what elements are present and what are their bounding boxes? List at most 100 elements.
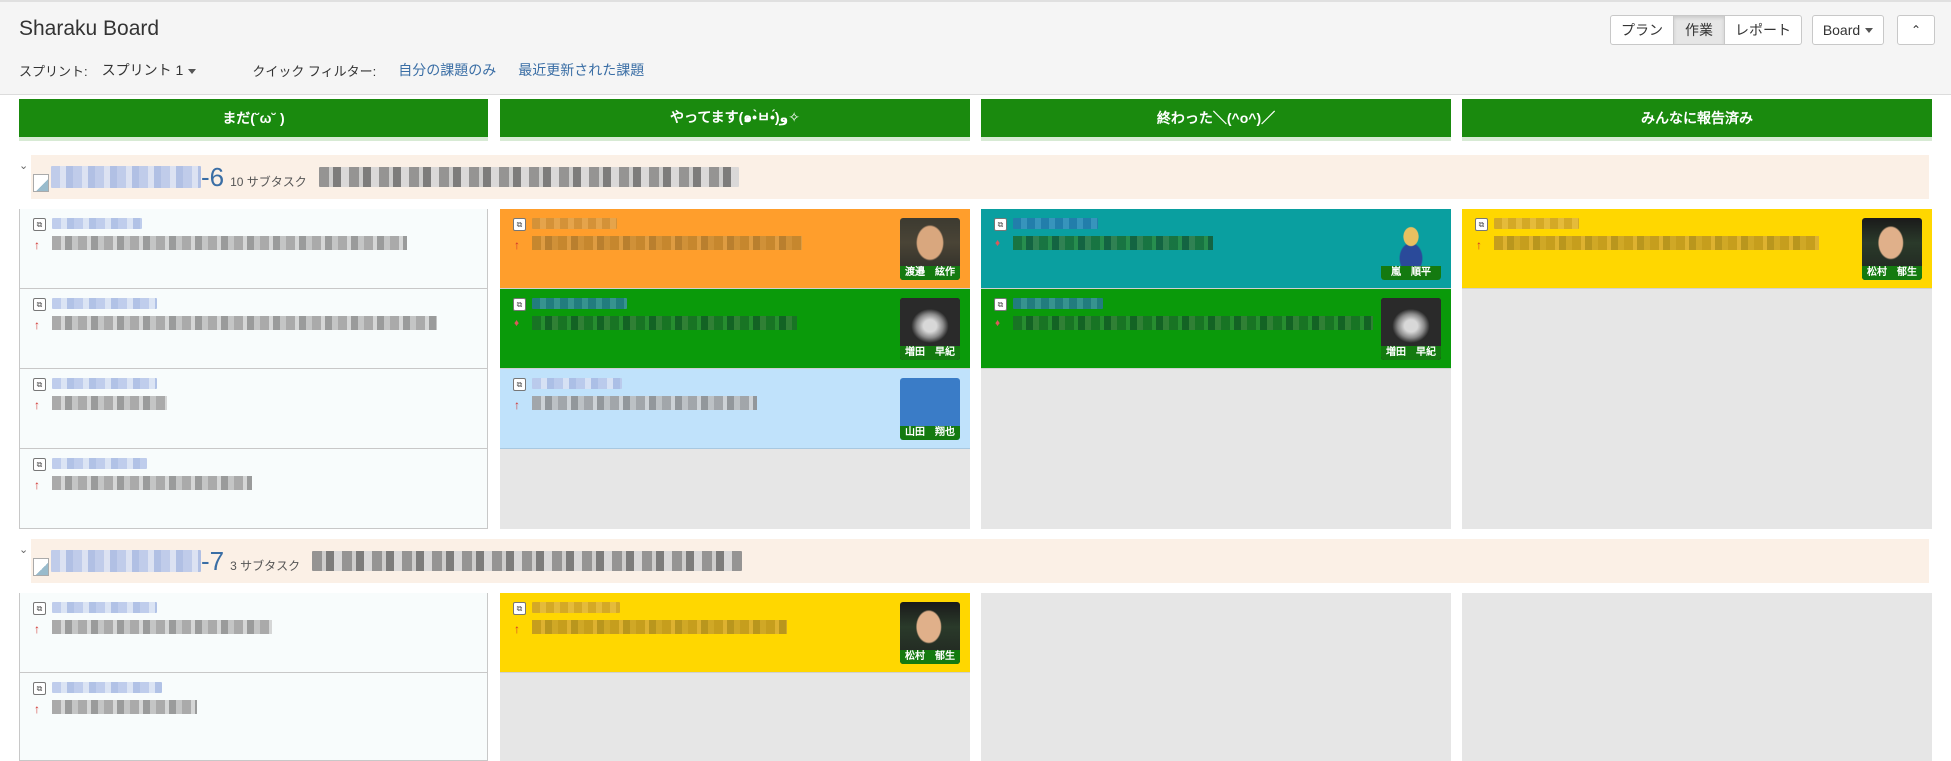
card-key-redacted xyxy=(1013,218,1098,229)
card-summary-redacted xyxy=(52,620,272,634)
issue-card[interactable]: ⧉ ↑ xyxy=(19,289,488,369)
column-header-done: 終わった＼(^o^)／ xyxy=(981,99,1451,141)
priority-up-icon: ↑ xyxy=(514,398,520,412)
card-key-redacted xyxy=(532,602,620,613)
quick-filter-mine[interactable]: 自分の課題のみ xyxy=(398,60,496,80)
lane-issue-key[interactable]: -7 xyxy=(201,546,224,577)
issue-card[interactable]: ⧉ ↑ xyxy=(19,449,488,529)
assignee-avatar[interactable]: 増田 早紀 xyxy=(900,298,960,360)
board-dropdown-button[interactable]: Board xyxy=(1812,15,1884,45)
subtask-icon: ⧉ xyxy=(33,458,46,471)
priority-minor-icon: ♦ xyxy=(514,318,520,329)
lane-issue-key[interactable]: -6 xyxy=(201,162,224,193)
lane-key-redacted xyxy=(51,166,201,188)
priority-up-icon: ↑ xyxy=(34,702,40,716)
sprint-selector[interactable]: スプリント 1 xyxy=(102,60,197,80)
chevron-down-icon xyxy=(188,68,197,74)
card-key-redacted xyxy=(52,298,157,309)
assignee-avatar[interactable]: 増田 早紀 xyxy=(1381,298,1441,360)
work-button[interactable]: 作業 xyxy=(1673,15,1725,45)
sprint-label: スプリント: xyxy=(19,63,88,79)
card-key-redacted xyxy=(52,378,157,389)
card-key-redacted xyxy=(532,218,617,229)
chevron-down-icon xyxy=(1865,27,1874,33)
assignee-avatar[interactable]: 松村 郁生 xyxy=(1862,218,1922,280)
filter-bar: スプリント: スプリント 1 クイック フィルター: 自分の課題のみ 最近更新さ… xyxy=(19,60,644,80)
collapse-icon: ⌃ xyxy=(1910,23,1922,37)
card-summary-redacted xyxy=(52,236,407,250)
assignee-avatar[interactable]: 嵐 順平 xyxy=(1381,218,1441,280)
lane-subtask-count: 10 サブタスク xyxy=(230,174,307,189)
subtask-icon: ⧉ xyxy=(33,378,46,391)
subtask-icon: ⧉ xyxy=(994,218,1007,231)
issue-card[interactable]: ⧉ ↑ 松村 郁生 xyxy=(500,593,970,673)
priority-up-icon: ↑ xyxy=(514,622,520,636)
subtask-icon: ⧉ xyxy=(33,602,46,615)
quick-filter-recent[interactable]: 最近更新された課題 xyxy=(518,60,644,80)
lane-summary-redacted xyxy=(312,551,743,571)
card-key-redacted xyxy=(52,602,157,613)
lane-subtask-count: 3 サブタスク xyxy=(230,558,301,573)
priority-up-icon: ↑ xyxy=(34,238,40,252)
issue-card[interactable]: ⧉ ♦ 増田 早紀 xyxy=(500,289,970,369)
subtask-icon: ⧉ xyxy=(513,298,526,311)
issue-card[interactable]: ⧉ ↑ xyxy=(19,593,488,673)
subtask-icon: ⧉ xyxy=(33,298,46,311)
priority-up-icon: ↑ xyxy=(514,238,520,252)
card-summary-redacted xyxy=(52,316,437,330)
priority-up-icon: ↑ xyxy=(34,398,40,412)
lane-summary-redacted xyxy=(318,167,739,187)
card-summary-redacted xyxy=(1013,236,1213,250)
subtask-icon: ⧉ xyxy=(33,682,46,695)
lane-key-redacted xyxy=(51,550,201,572)
subtask-icon: ⧉ xyxy=(513,378,526,391)
board-header: Sharaku Board スプリント: スプリント 1 クイック フィルター:… xyxy=(0,0,1951,95)
card-key-redacted xyxy=(52,682,162,693)
subtask-icon: ⧉ xyxy=(994,298,1007,311)
subtask-icon: ⧉ xyxy=(513,602,526,615)
assignee-avatar[interactable]: 渡邉 絃作 xyxy=(900,218,960,280)
priority-up-icon: ↑ xyxy=(34,318,40,332)
issue-card[interactable]: ⧉ ↑ xyxy=(19,209,488,289)
subtask-icon: ⧉ xyxy=(33,218,46,231)
swimlane-bar[interactable]: -7 3 サブタスク xyxy=(31,539,1929,583)
plan-button[interactable]: プラン xyxy=(1610,15,1674,45)
subtask-icon: ⧉ xyxy=(513,218,526,231)
assignee-name: 増田 早紀 xyxy=(900,346,960,360)
report-button[interactable]: レポート xyxy=(1724,15,1802,45)
issue-card[interactable]: ⧉ ♦ 増田 早紀 xyxy=(981,289,1451,369)
sprint-value: スプリント 1 xyxy=(101,62,184,78)
issue-card[interactable]: ⧉ ↑ 山田 翔也 xyxy=(500,369,970,449)
card-key-redacted xyxy=(532,378,622,389)
chevron-down-icon[interactable]: ⌄ xyxy=(19,159,28,172)
column-header-reported: みんなに報告済み xyxy=(1462,99,1932,141)
card-summary-redacted xyxy=(1013,316,1373,330)
assignee-avatar[interactable]: 山田 翔也 xyxy=(900,378,960,440)
issue-image-icon xyxy=(33,174,49,192)
card-summary-redacted xyxy=(532,236,802,250)
assignee-name: 松村 郁生 xyxy=(1862,266,1922,280)
board-label: Board xyxy=(1822,22,1861,38)
issue-card[interactable]: ⧉ ↑ 松村 郁生 xyxy=(1462,209,1932,289)
chevron-down-icon[interactable]: ⌄ xyxy=(19,543,28,556)
issue-card[interactable]: ⧉ ♦ 嵐 順平 xyxy=(981,209,1451,289)
issue-card[interactable]: ⧉ ↑ xyxy=(19,673,488,761)
card-key-redacted xyxy=(52,218,142,229)
card-summary-redacted xyxy=(52,700,197,714)
card-summary-redacted xyxy=(1494,236,1819,250)
card-key-redacted xyxy=(1013,298,1103,309)
collapse-header-button[interactable]: ⌃ xyxy=(1897,15,1935,45)
card-key-redacted xyxy=(1494,218,1579,229)
priority-minor-icon: ♦ xyxy=(995,318,1001,329)
column-cell xyxy=(981,593,1451,761)
column-header-todo: まだ(˘ω˘ ) xyxy=(19,99,488,141)
issue-card[interactable]: ⧉ ↑ xyxy=(19,369,488,449)
issue-image-icon xyxy=(33,558,49,576)
assignee-avatar[interactable]: 松村 郁生 xyxy=(900,602,960,664)
card-key-redacted xyxy=(532,298,627,309)
swimlane-bar[interactable]: -6 10 サブタスク xyxy=(31,155,1929,199)
priority-up-icon: ↑ xyxy=(34,622,40,636)
subtask-icon: ⧉ xyxy=(1475,218,1488,231)
priority-up-icon: ↑ xyxy=(1476,238,1482,252)
issue-card[interactable]: ⧉ ↑ 渡邉 絃作 xyxy=(500,209,970,289)
